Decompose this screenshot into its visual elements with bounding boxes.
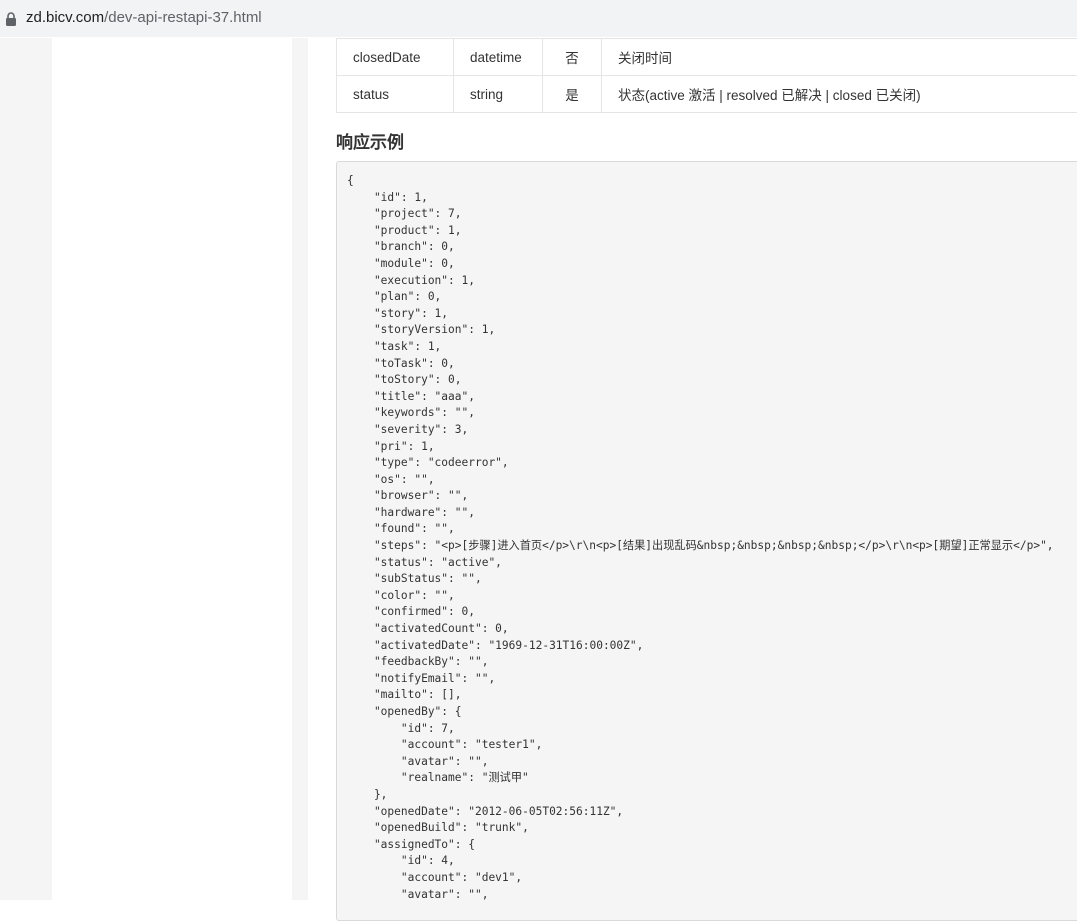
url-text[interactable]: zd.bicv.com/dev-api-restapi-37.html [26,9,262,26]
url-path: /dev-api-restapi-37.html [104,9,262,26]
response-code: { "id": 1, "project": 7, "product": 1, "… [347,173,1054,903]
table-row: status string 是 状态(active 激活 | resolved … [337,76,1077,113]
param-type: datetime [454,39,543,76]
lock-icon[interactable] [5,12,17,26]
response-example-heading: 响应示例 [336,128,404,153]
table-row: closedDate datetime 否 关闭时间 [337,39,1077,76]
sidebar [52,38,292,900]
browser-toolbar: zd.bicv.com/dev-api-restapi-37.html [0,0,1077,38]
params-table: closedDate datetime 否 关闭时间 status string… [336,38,1077,113]
param-type: string [454,76,543,113]
sidebar-divider [292,38,308,900]
url-host: zd.bicv.com [26,9,104,26]
param-description: 状态(active 激活 | resolved 已解决 | closed 已关闭… [602,76,1077,113]
param-description: 关闭时间 [602,39,1077,76]
page: closedDate datetime 否 关闭时间 status string… [0,38,1077,900]
main-content: closedDate datetime 否 关闭时间 status string… [308,38,1077,900]
left-gutter [0,38,52,900]
param-required: 是 [543,76,602,113]
param-name: status [337,76,454,113]
param-required: 否 [543,39,602,76]
response-code-block: { "id": 1, "project": 7, "product": 1, "… [336,161,1077,921]
address-bar[interactable]: zd.bicv.com/dev-api-restapi-37.html [0,0,1077,37]
param-name: closedDate [337,39,454,76]
